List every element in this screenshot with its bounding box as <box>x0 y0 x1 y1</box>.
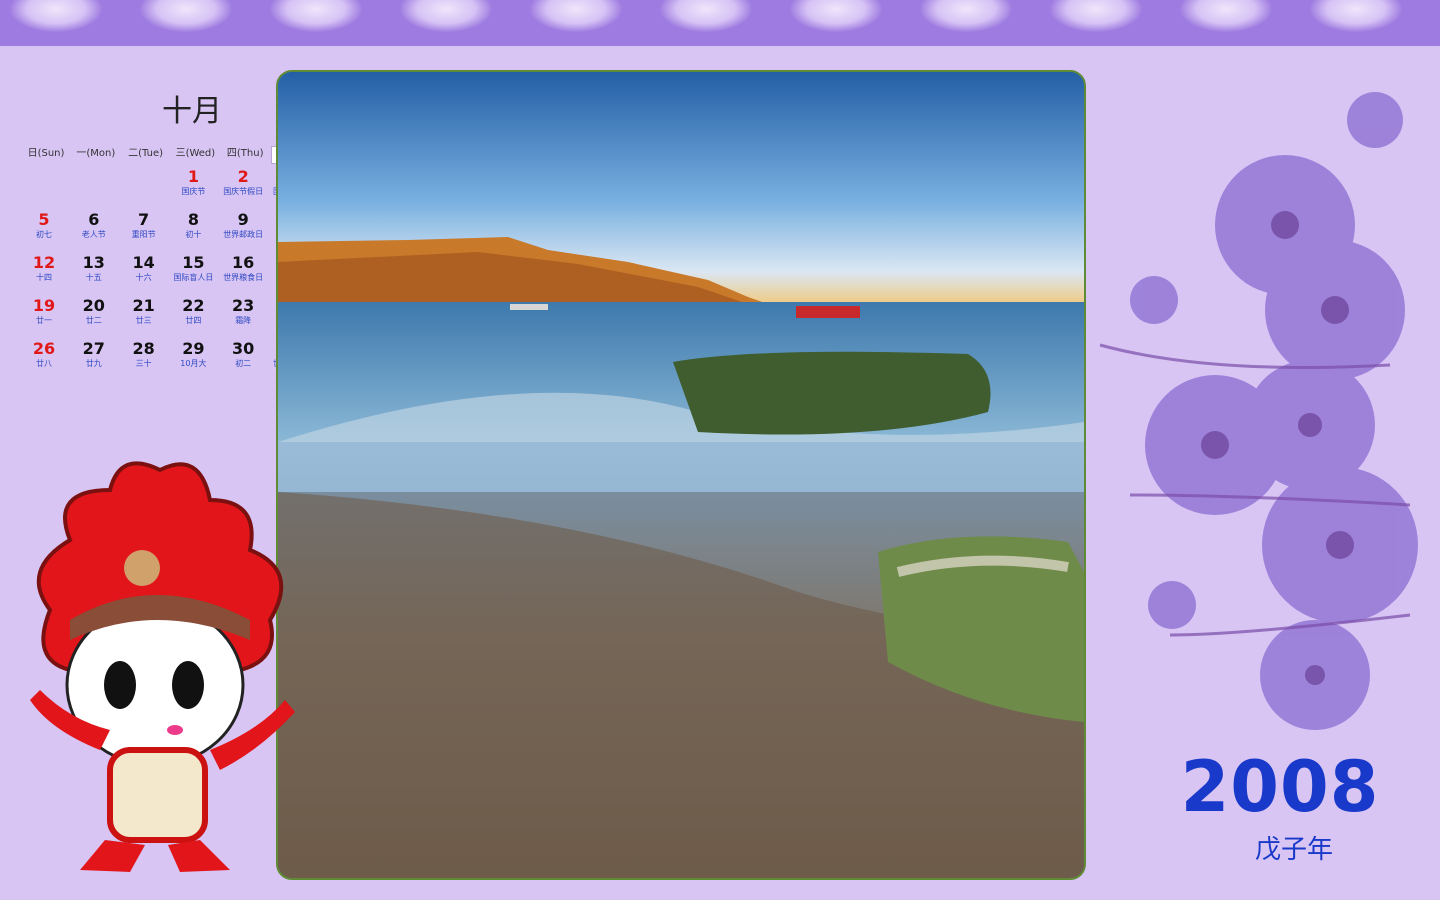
day-note: 廿二 <box>85 316 102 325</box>
calendar-day: 19 廿一 <box>20 297 68 337</box>
calendar-day: 20 廿二 <box>70 297 118 337</box>
day-note: 世界邮政日 <box>223 230 264 239</box>
day-note: 初十 <box>185 230 202 239</box>
calendar-day: 26 廿八 <box>20 340 68 380</box>
banner-flower-ornament <box>400 0 492 32</box>
calendar-day: 29 10月大 <box>169 340 217 380</box>
calendar-day: 12 十四 <box>20 254 68 294</box>
calendar-day: 8 初十 <box>169 211 217 251</box>
day-number: 27 <box>82 339 105 358</box>
day-note: 霜降 <box>235 316 252 325</box>
day-number: 12 <box>32 253 56 272</box>
calendar-day: 28 三十 <box>120 340 168 380</box>
day-note: 廿八 <box>36 359 52 368</box>
day-number: 14 <box>132 253 155 272</box>
calendar-day: 16 世界粮食日 <box>219 254 267 294</box>
calendar-day: 9 世界邮政日 <box>219 211 267 251</box>
day-number: 19 <box>32 296 56 315</box>
floral-decoration <box>1090 75 1435 745</box>
day-number: 6 <box>88 210 100 229</box>
banner-flower-ornament <box>790 0 882 32</box>
day-number: 2 <box>237 167 249 186</box>
calendar-day: 13 十五 <box>70 254 118 294</box>
banner-flower-ornament <box>920 0 1012 32</box>
banner-flower-ornament <box>530 0 622 32</box>
day-number: 5 <box>38 210 50 229</box>
day-note: 国际盲人日 <box>173 273 214 282</box>
day-number: 30 <box>232 339 255 358</box>
day-number: 23 <box>232 296 255 315</box>
day-note: 国庆节 <box>181 187 206 196</box>
day-note: 初二 <box>235 359 252 368</box>
day-note: 十五 <box>85 273 102 282</box>
day-note: 十四 <box>36 273 52 282</box>
calendar-day: 27 廿九 <box>70 340 118 380</box>
day-number: 26 <box>32 339 56 358</box>
banner-flower-ornament <box>1050 0 1142 32</box>
day-number: 9 <box>237 210 249 229</box>
day-note: 廿四 <box>185 316 202 325</box>
calendar-day: 6 老人节 <box>70 211 118 251</box>
day-note: 国庆节假日 <box>223 187 264 196</box>
calendar-day: 30 初二 <box>219 340 267 380</box>
main-photo <box>276 70 1086 880</box>
banner-flower-ornament <box>270 0 362 32</box>
day-note: 10月大 <box>180 359 207 368</box>
calendar-day: 23 霜降 <box>219 297 267 337</box>
calendar-day <box>20 168 68 208</box>
banner-flower-ornament <box>660 0 752 32</box>
banner-flower-ornament <box>1310 0 1402 32</box>
calendar-day <box>120 168 168 208</box>
calendar-day: 5 初七 <box>20 211 68 251</box>
day-number: 8 <box>187 210 199 229</box>
calendar-day: 22 廿四 <box>169 297 217 337</box>
day-number: 15 <box>182 253 205 272</box>
year-badge: 2008 <box>1180 746 1380 828</box>
calendar-day: 15 国际盲人日 <box>169 254 217 294</box>
day-number: 13 <box>82 253 105 272</box>
day-note: 重阳节 <box>131 230 156 239</box>
banner-flower-ornament <box>1180 0 1272 32</box>
day-note: 廿一 <box>36 316 52 325</box>
ganzhi-year-label: 戊子年 <box>1254 835 1333 865</box>
day-number: 29 <box>182 339 205 358</box>
day-number: 16 <box>232 253 255 272</box>
day-note: 老人节 <box>81 230 106 239</box>
calendar-day: 7 重阳节 <box>120 211 168 251</box>
top-floral-banner <box>0 0 1440 46</box>
calendar-day: 14 十六 <box>120 254 168 294</box>
seascape-illustration <box>278 72 1084 878</box>
day-number: 7 <box>138 210 150 229</box>
day-number: 21 <box>132 296 155 315</box>
day-note: 三十 <box>135 359 152 368</box>
calendar-day <box>70 168 118 208</box>
calendar-day: 1 国庆节 <box>169 168 217 208</box>
calendar-day: 21 廿三 <box>120 297 168 337</box>
banner-flower-ornament <box>10 0 102 32</box>
calendar-day: 2 国庆节假日 <box>219 168 267 208</box>
day-number: 22 <box>182 296 205 315</box>
day-note: 廿九 <box>85 359 102 368</box>
day-note: 十六 <box>135 273 152 282</box>
day-note: 廿三 <box>135 316 152 325</box>
day-note: 初七 <box>36 230 52 239</box>
day-number: 20 <box>82 296 105 315</box>
banner-flower-ornament <box>140 0 232 32</box>
day-note: 世界粮食日 <box>223 273 264 282</box>
day-number: 1 <box>187 167 199 186</box>
day-number: 28 <box>132 339 155 358</box>
mascot-illustration <box>10 450 300 880</box>
